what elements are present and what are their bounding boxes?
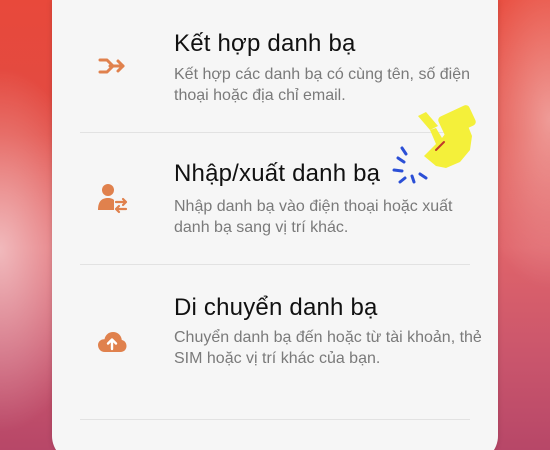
move-contacts-title: Di chuyển danh bạ <box>174 294 378 321</box>
import-export-contacts-description: Nhập danh bạ vào điện thoại hoặc xuất da… <box>174 198 453 236</box>
merge-contacts-title: Kết hợp danh bạ <box>174 30 356 57</box>
move-contacts-description: Chuyển danh bạ đến hoặc từ tài khoản, th… <box>174 329 482 367</box>
import-export-contact-icon <box>98 184 128 214</box>
contacts-menu-card: Kết hợp danh bạ Kết hợp các danh bạ có c… <box>52 0 498 450</box>
import-export-contacts-title: Nhập/xuất danh bạ <box>174 160 381 187</box>
cloud-upload-icon <box>98 332 127 352</box>
move-contacts-item[interactable]: Di chuyển danh bạ Chuyển danh bạ đến hoặ… <box>52 264 498 419</box>
merge-icon <box>98 58 125 74</box>
tap-hand-pointer-icon <box>392 105 476 184</box>
divider <box>80 419 470 420</box>
